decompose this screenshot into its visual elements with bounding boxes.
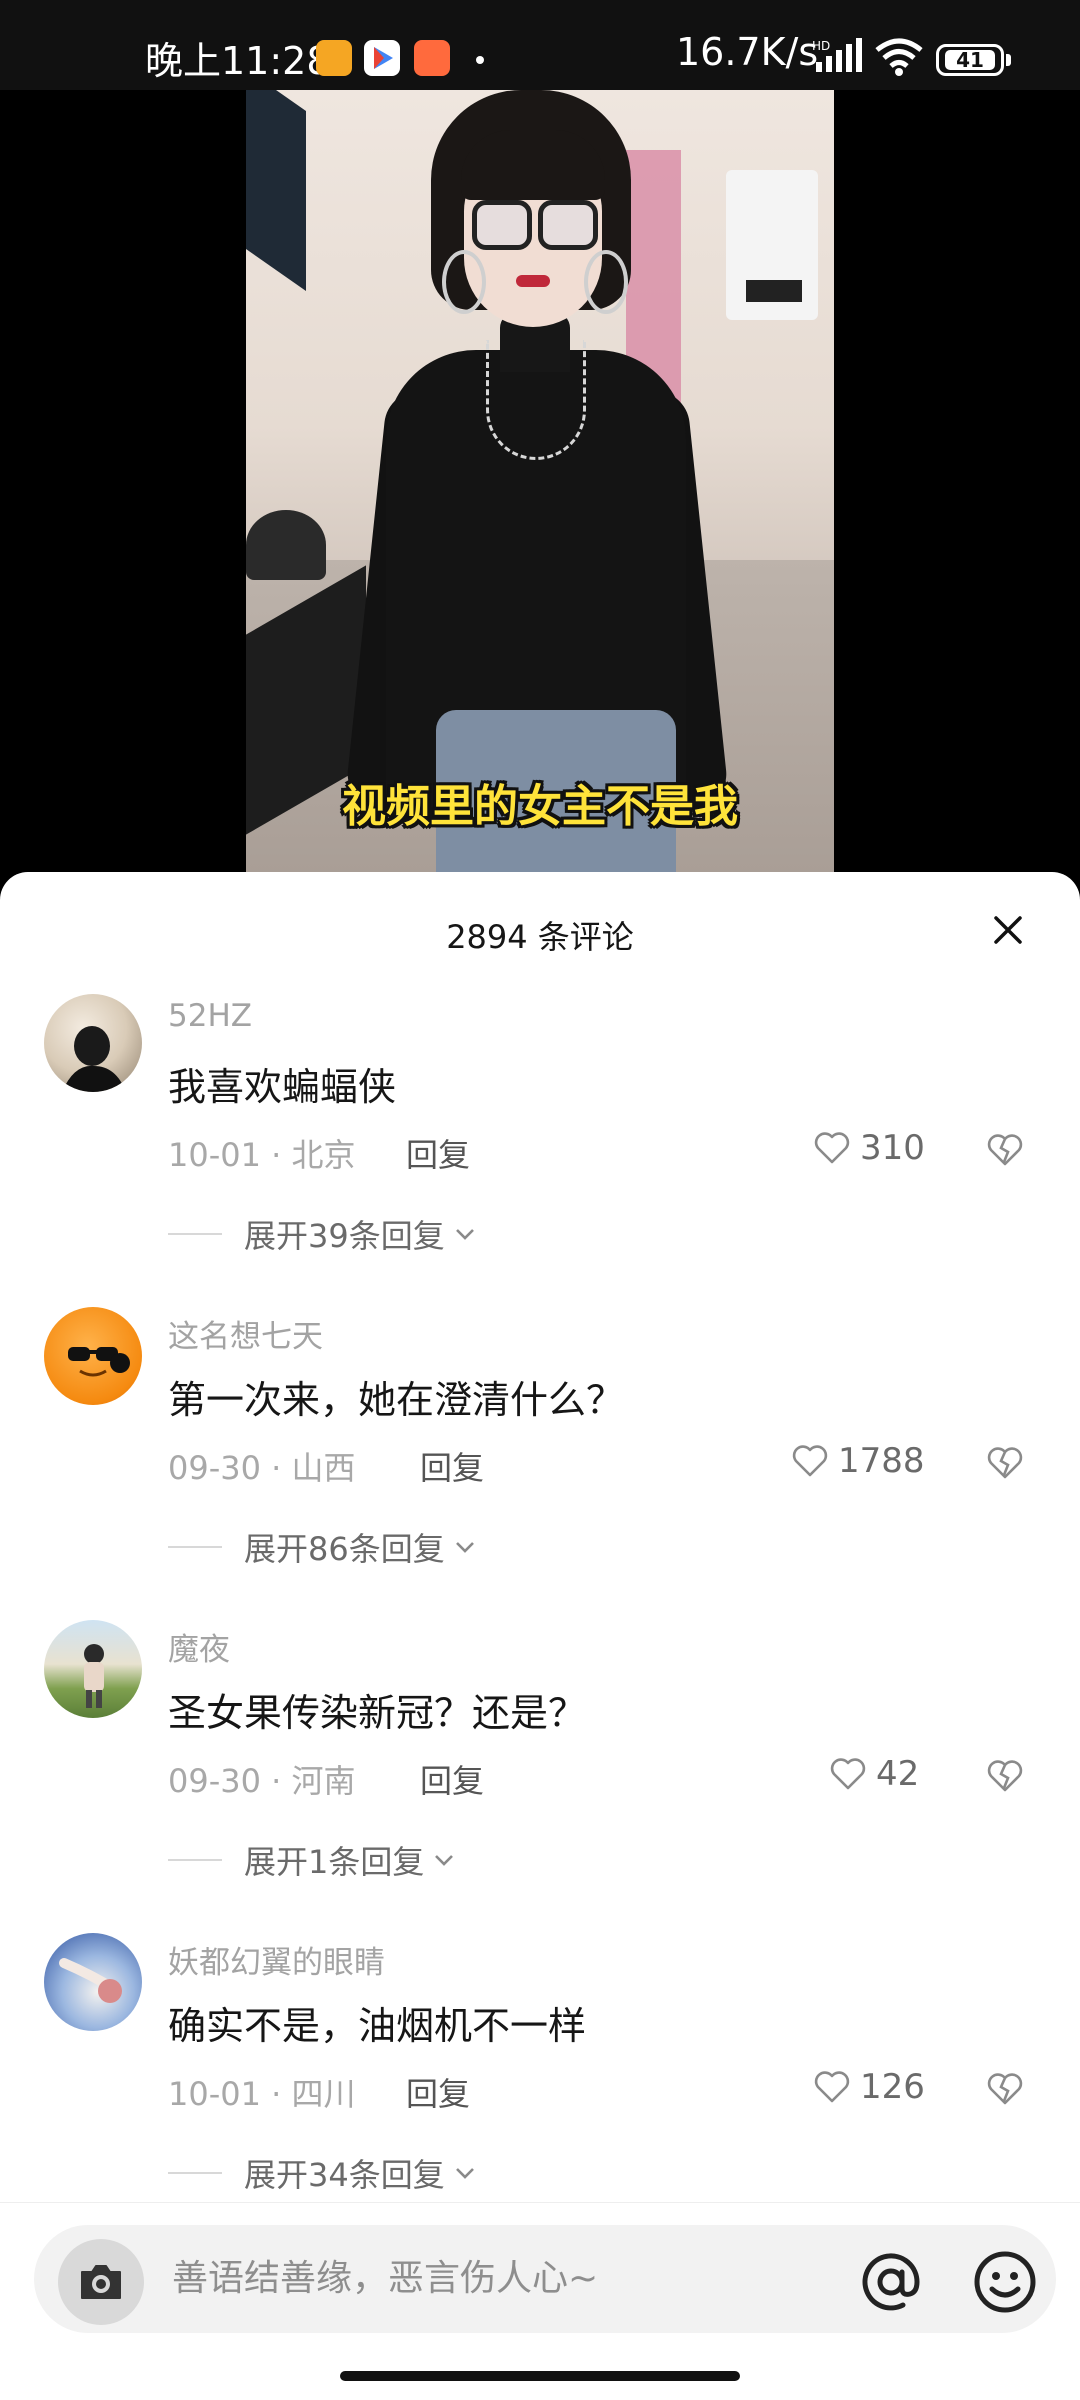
like-count: 126 xyxy=(860,2067,925,2107)
comment-item: 这名想七天 第一次来，她在澄清什么？ 09-30 · 山西 回复 1788 展开… xyxy=(0,1307,1080,1620)
comment-username[interactable]: 妖都幻翼的眼睛 xyxy=(168,1937,385,1982)
comment-username[interactable]: 这名想七天 xyxy=(168,1311,323,1356)
expand-replies-button[interactable]: 展开86条回复 xyxy=(168,1525,479,1569)
shopping-app-icon xyxy=(414,40,450,76)
comment-text[interactable]: 圣女果传染新冠？还是？ xyxy=(168,1682,586,1737)
comments-count-title: 2894 条评论 xyxy=(446,918,634,956)
status-time: 晚上11:28 xyxy=(145,39,331,83)
reply-button[interactable]: 回复 xyxy=(420,1756,484,1802)
broken-heart-icon[interactable] xyxy=(984,1128,1026,1170)
expand-replies-label: 展开34条回复 xyxy=(244,2156,445,2194)
broken-heart-icon[interactable] xyxy=(984,2067,1026,2109)
comment-item: 妖都幻翼的眼睛 确实不是，油烟机不一样 10-01 · 四川 回复 126 展开… xyxy=(0,1933,1080,2246)
signal-icon: HD xyxy=(812,38,862,72)
heart-icon xyxy=(830,1758,866,1790)
notes-app-icon xyxy=(316,40,352,76)
network-speed: 16.7K/s xyxy=(676,30,819,74)
notification-dot-icon xyxy=(476,56,484,64)
video-water-heater-display xyxy=(746,280,802,302)
expand-replies-label: 展开86条回复 xyxy=(244,1530,445,1568)
expand-replies-button[interactable]: 展开39条回复 xyxy=(168,1212,479,1256)
comment-item: 52HZ 我喜欢蝙蝠侠 10-01 · 北京 回复 310 展开39条回复 xyxy=(0,994,1080,1307)
like-count: 42 xyxy=(876,1754,920,1794)
play-store-icon xyxy=(364,40,400,76)
video-frame[interactable]: 视频里的女主不是我 xyxy=(246,90,834,890)
person-lips xyxy=(516,275,550,287)
reply-button[interactable]: 回复 xyxy=(406,1130,470,1176)
avatar[interactable] xyxy=(44,1620,142,1718)
comment-item: 魔夜 圣女果传染新冠？还是？ 09-30 · 河南 回复 42 展开1条回复 xyxy=(0,1620,1080,1933)
heart-icon xyxy=(792,1445,828,1477)
battery-tip xyxy=(1006,54,1011,66)
expand-replies-label: 展开1条回复 xyxy=(244,1843,425,1881)
comment-text[interactable]: 我喜欢蝙蝠侠 xyxy=(168,1056,396,1111)
battery-icon: 41 xyxy=(936,44,1004,76)
expand-replies-button[interactable]: 展开1条回复 xyxy=(168,1838,458,1882)
chevron-down-icon xyxy=(455,1542,474,1553)
video-caption: 视频里的女主不是我 xyxy=(342,781,738,832)
person-glasses-left xyxy=(472,200,532,250)
comment-date-location: 09-30 · 山西 xyxy=(168,1449,356,1487)
camera-button[interactable] xyxy=(58,2239,144,2325)
person-necklace xyxy=(486,340,586,460)
heart-icon xyxy=(814,1132,850,1164)
person-bangs xyxy=(461,130,605,200)
chevron-down-icon xyxy=(455,2168,474,2179)
like-button[interactable]: 310 xyxy=(812,1126,925,1170)
broken-heart-icon[interactable] xyxy=(984,1441,1026,1483)
person-earring-left xyxy=(442,250,486,314)
camera-icon xyxy=(81,2265,121,2299)
comment-text[interactable]: 确实不是，油烟机不一样 xyxy=(168,1995,586,2050)
comments-sheet: 2894 条评论 52HZ 我喜欢蝙蝠侠 10-01 · 北京 回复 310 展… xyxy=(0,872,1080,2400)
comment-text[interactable]: 第一次来，她在澄清什么？ xyxy=(168,1369,624,1424)
at-icon xyxy=(862,2253,920,2311)
like-count: 310 xyxy=(860,1128,925,1168)
person-glasses-right xyxy=(538,200,598,250)
comment-input[interactable] xyxy=(172,2253,812,2303)
avatar[interactable] xyxy=(44,1307,142,1405)
divider xyxy=(168,1859,222,1861)
comment-username[interactable]: 魔夜 xyxy=(168,1624,230,1669)
divider xyxy=(168,2172,222,2174)
mention-button[interactable] xyxy=(856,2247,926,2317)
chevron-down-icon xyxy=(435,1855,454,1866)
reply-button[interactable]: 回复 xyxy=(420,1443,484,1489)
divider xyxy=(168,1546,222,1548)
expand-replies-button[interactable]: 展开34条回复 xyxy=(168,2151,479,2195)
divider xyxy=(168,1233,222,1235)
person-earring-right xyxy=(584,250,628,314)
avatar[interactable] xyxy=(44,1933,142,2031)
like-count: 1788 xyxy=(838,1441,925,1481)
broken-heart-icon[interactable] xyxy=(984,1754,1026,1796)
video-pot xyxy=(246,510,326,580)
reply-button[interactable]: 回复 xyxy=(406,2069,470,2115)
avatar[interactable] xyxy=(44,994,142,1092)
expand-replies-label: 展开39条回复 xyxy=(244,1217,445,1255)
home-indicator[interactable] xyxy=(340,2371,740,2381)
comment-date-location: 09-30 · 河南 xyxy=(168,1762,356,1800)
like-button[interactable]: 126 xyxy=(812,2065,925,2109)
wifi-icon xyxy=(875,38,923,76)
close-icon[interactable] xyxy=(986,908,1030,952)
chevron-down-icon xyxy=(455,1229,474,1240)
comment-date-location: 10-01 · 四川 xyxy=(168,2075,356,2113)
status-bar: 晚上11:28 16.7K/s HD 41 xyxy=(0,0,1080,90)
like-button[interactable]: 42 xyxy=(828,1752,919,1796)
svg-text:HD: HD xyxy=(812,39,830,53)
comment-username[interactable]: 52HZ xyxy=(168,998,252,1034)
emoji-icon[interactable] xyxy=(970,2247,1040,2317)
video-player[interactable]: 视频里的女主不是我 xyxy=(0,90,1080,890)
comment-date-location: 10-01 · 北京 xyxy=(168,1136,356,1174)
battery-level: 41 xyxy=(945,50,995,70)
heart-icon xyxy=(814,2071,850,2103)
like-button[interactable]: 1788 xyxy=(790,1439,925,1483)
comment-input-bar xyxy=(0,2202,1080,2354)
